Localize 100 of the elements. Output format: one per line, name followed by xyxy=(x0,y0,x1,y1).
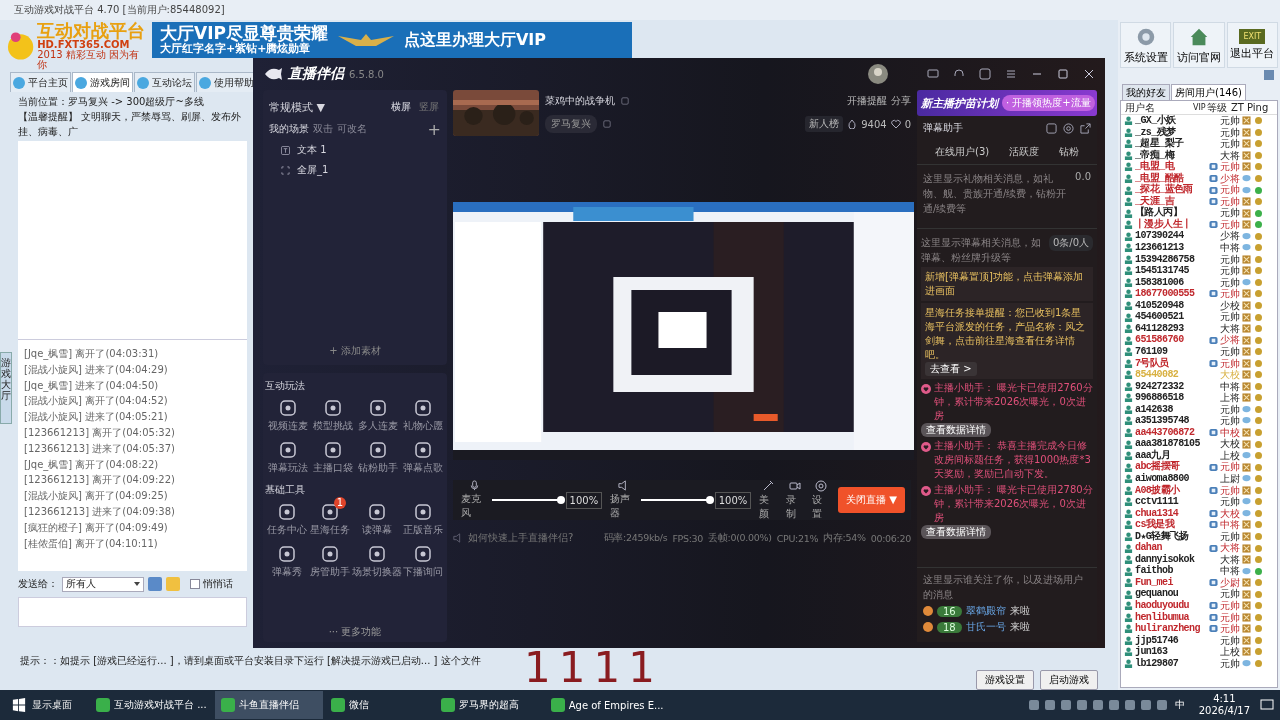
category-tag[interactable]: 罗马复兴 xyxy=(545,114,597,133)
vip-banner[interactable]: 大厅VIP尽显尊贵荣耀 大厅红字名字+紫钻+腾炫勋章 点这里办理大厅VIP xyxy=(152,22,632,58)
panel-tab[interactable]: 钻粉 xyxy=(1053,144,1085,160)
tool-button[interactable]: 下播询问 xyxy=(401,543,445,581)
orientation-toggle[interactable]: 竖屏 xyxy=(417,100,441,114)
notification-icon[interactable] xyxy=(1260,698,1274,712)
user-name[interactable]: aa443706872 xyxy=(1135,426,1209,439)
user-name[interactable]: 107390244 xyxy=(1135,230,1209,242)
remind-link[interactable]: 开播提醒 xyxy=(847,94,887,108)
checkbox[interactable] xyxy=(190,579,200,589)
user-name[interactable]: 641128293 xyxy=(1135,322,1209,335)
chat-icon[interactable] xyxy=(927,68,939,80)
share-link[interactable]: 分享 xyxy=(891,94,911,108)
user-name[interactable]: A08披霸小 xyxy=(1135,484,1209,496)
user-name[interactable]: 丨漫步人生丨 xyxy=(1135,218,1209,231)
user-name[interactable]: a351395748 xyxy=(1135,415,1209,427)
user-name[interactable]: 1545131745 xyxy=(1135,265,1209,277)
toolbar-button[interactable]: 访问官网 xyxy=(1173,22,1225,68)
tool-button[interactable]: 弹幕玩法 xyxy=(265,439,310,477)
user-name[interactable]: dahan xyxy=(1135,542,1209,554)
user-name[interactable]: aiwoma8800 xyxy=(1135,472,1209,485)
user-name[interactable]: 翠鹤殿帘 xyxy=(965,604,1006,618)
tray-icon[interactable] xyxy=(1044,700,1055,710)
user-name[interactable]: 15394286758 xyxy=(1135,253,1209,266)
user-name[interactable]: abc摇摆哥 xyxy=(1135,461,1209,473)
user-name[interactable]: 761109 xyxy=(1135,345,1209,358)
user-name[interactable]: lb129807 xyxy=(1135,657,1209,670)
recipient-dropdown[interactable]: 所有人 xyxy=(62,576,144,592)
user-name[interactable]: henlibumua xyxy=(1135,611,1209,624)
show-desktop-button[interactable]: 显示桌面 xyxy=(32,698,72,712)
tool-button[interactable]: 主播口袋 xyxy=(310,439,355,477)
side-tab[interactable]: 游戏大厅 xyxy=(0,352,12,424)
settings-icon[interactable] xyxy=(1063,122,1074,134)
user-name[interactable]: 410520948 xyxy=(1135,299,1209,312)
tool-button[interactable]: 弹幕秀 xyxy=(265,543,309,581)
input-method[interactable]: 中 xyxy=(1174,698,1185,712)
add-source-button[interactable]: + 添加素材 xyxy=(323,343,387,359)
user-name[interactable]: _帝痴_梅 xyxy=(1135,149,1209,162)
user-name[interactable]: cctv1111 xyxy=(1135,496,1209,508)
promo-banner[interactable]: 新主播护苗计划 · 开播领热度+流量 xyxy=(917,90,1097,116)
avatar-icon[interactable] xyxy=(868,64,888,84)
action-button[interactable]: 设置 xyxy=(811,492,831,521)
tool-button[interactable]: 读弹幕 xyxy=(351,501,402,539)
tool-button[interactable]: 模型挑战 xyxy=(310,397,355,435)
user-name[interactable]: huliranzheng xyxy=(1135,623,1209,635)
scene-item[interactable]: 全屏_1 xyxy=(297,163,329,177)
stop-stream-button[interactable]: 关闭直播 ▼ xyxy=(838,487,905,513)
user-name[interactable]: 甘氏一号 xyxy=(965,620,1006,634)
column-header[interactable]: 用户名 xyxy=(1121,101,1193,115)
taskbar-app[interactable]: 罗马界的超高 xyxy=(434,691,543,719)
help-link[interactable]: 如何快速上手直播伴侣? xyxy=(468,531,574,545)
user-name[interactable]: jun163 xyxy=(1135,646,1209,658)
panel-tab[interactable]: 在线用户(3) xyxy=(929,144,996,160)
column-header[interactable]: VIP xyxy=(1193,103,1207,112)
user-name[interactable]: aaa九月 xyxy=(1135,449,1209,462)
user-name[interactable]: 158381006 xyxy=(1135,276,1209,289)
tray-icon[interactable] xyxy=(1028,700,1039,710)
rank-board-button[interactable]: 新人榜 xyxy=(805,116,844,132)
column-header[interactable]: 等级 xyxy=(1207,101,1231,115)
user-name[interactable]: D★G轻舞飞扬 xyxy=(1135,530,1209,543)
tool-button[interactable]: 多人连麦 xyxy=(355,397,400,435)
game-button[interactable]: 启动游戏 xyxy=(1040,670,1098,690)
action-button[interactable]: 录制 xyxy=(785,492,804,521)
add-scene-button[interactable]: + xyxy=(427,119,441,139)
taskbar-app[interactable]: 互动游戏对战平台 ... xyxy=(90,691,213,719)
maximize-icon[interactable] xyxy=(1057,68,1069,80)
user-name[interactable]: haoduyoudu xyxy=(1135,600,1209,612)
scene-item[interactable]: 文本 1 xyxy=(297,143,327,157)
user-tab[interactable]: 房间用户(146) xyxy=(1171,84,1246,100)
menu-icon[interactable] xyxy=(1005,68,1017,80)
tool-button[interactable]: 钻粉助手 xyxy=(355,439,400,477)
tray-icon[interactable] xyxy=(1092,700,1103,710)
user-name[interactable]: _GX_小妖 xyxy=(1135,115,1209,127)
windows-icon[interactable] xyxy=(12,698,26,712)
user-name[interactable]: 454600521 xyxy=(1135,311,1209,323)
details-button[interactable]: 查看数据详情 xyxy=(921,525,991,539)
column-header[interactable]: ZT xyxy=(1231,102,1247,113)
user-name[interactable]: _电盟_电 xyxy=(1135,161,1209,173)
tray-icon[interactable] xyxy=(1124,700,1135,710)
user-name[interactable]: _电盟_酷酷 xyxy=(1135,172,1209,185)
details-button[interactable]: 查看数据详情 xyxy=(921,423,991,437)
user-name[interactable]: _探花_蓝色雨 xyxy=(1135,184,1209,196)
user-name[interactable]: 651586760 xyxy=(1135,334,1209,346)
user-name[interactable]: aaa381878105 xyxy=(1135,438,1209,450)
tray-icon[interactable] xyxy=(1060,700,1071,710)
tool-button[interactable]: 弹幕点歌 xyxy=(400,439,445,477)
mode-dropdown[interactable]: 常规模式 ▼ xyxy=(269,99,325,115)
user-tab[interactable]: 我的好友 xyxy=(1122,84,1170,100)
tool-button[interactable]: 视频连麦 xyxy=(265,397,310,435)
toolbar-button[interactable]: 系统设置 xyxy=(1120,22,1172,68)
user-name[interactable]: Fun_mei xyxy=(1135,576,1209,589)
column-header[interactable]: Ping xyxy=(1247,102,1275,113)
tool-button[interactable]: 房管助手 xyxy=(308,543,352,581)
user-name[interactable]: jjp51746 xyxy=(1135,634,1209,647)
speaker-icon[interactable] xyxy=(617,480,629,491)
user-name[interactable]: 7号队员 xyxy=(1135,357,1209,369)
panel-tab[interactable]: 活跃度 xyxy=(1003,144,1046,160)
taskbar-app[interactable]: 斗鱼直播伴侣 xyxy=(214,691,323,719)
user-name[interactable]: 924272332 xyxy=(1135,380,1209,393)
user-name[interactable]: cs我是我 xyxy=(1135,519,1209,531)
